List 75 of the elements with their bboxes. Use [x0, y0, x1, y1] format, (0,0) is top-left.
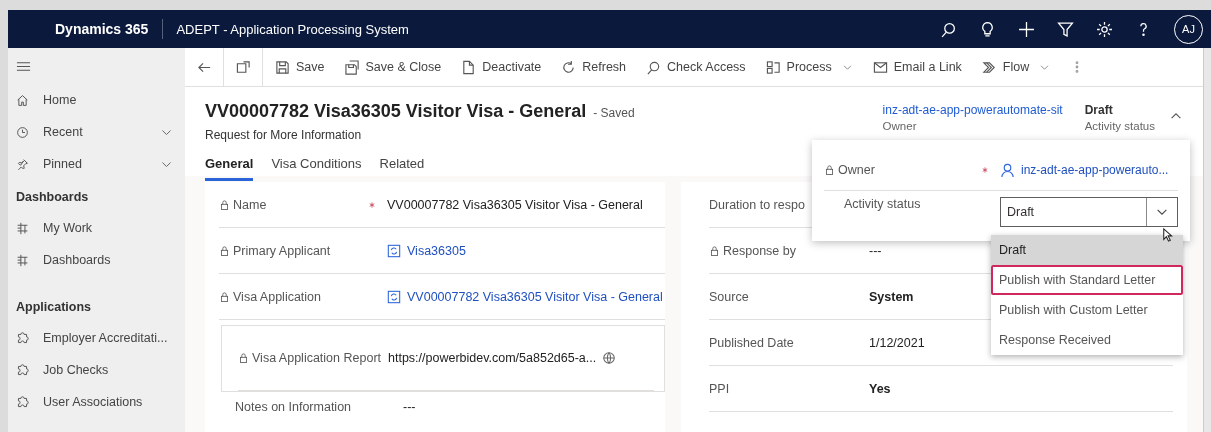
puzzle-icon: [16, 395, 29, 409]
grid-icon: [16, 221, 29, 235]
scrollbar[interactable]: [1203, 48, 1211, 432]
header-field-label: Owner: [882, 120, 918, 132]
tab[interactable]: Related: [379, 156, 425, 181]
field-label: Source: [709, 289, 749, 304]
dropdown-option[interactable]: Publish with Custom Letter: [991, 295, 1183, 325]
record-icon: [387, 243, 401, 258]
field-label: Primary Applicant: [233, 243, 331, 258]
nav-item[interactable]: Home: [8, 84, 185, 116]
process-icon: [765, 59, 781, 75]
dropdown-field[interactable]: Draft: [1000, 197, 1178, 227]
date-value: 1/12/2021: [869, 335, 925, 350]
owner-link[interactable]: inz-adt-ae-app-powerauto...: [1021, 163, 1169, 177]
nav-group-heading: Dashboards: [15, 189, 90, 206]
popout-icon[interactable]: [235, 59, 251, 75]
home-icon: [16, 93, 29, 107]
person-icon: [1000, 162, 1015, 178]
save-icon: [275, 59, 290, 75]
record-icon: [387, 289, 401, 304]
grid-icon: [16, 253, 29, 267]
field-label: Owner: [838, 163, 875, 177]
field-value: VV00007782 Visa36305 Visitor Visa - General: [387, 197, 643, 212]
nav-item[interactable]: User Associations: [8, 386, 185, 418]
field-label: Notes on Information: [235, 400, 352, 414]
field-value: Yes: [869, 381, 891, 396]
email-icon: [872, 59, 888, 75]
owner-link[interactable]: inz-adt-ae-app-powerautomate-sit: [882, 103, 1063, 117]
filter-icon[interactable]: [1057, 20, 1074, 38]
nav-item[interactable]: Pinned: [8, 148, 185, 180]
field-label: Visa Application Report: [252, 351, 382, 365]
save-close-icon: [344, 59, 360, 75]
search-icon: [646, 59, 662, 75]
save-status: - Saved: [593, 106, 635, 120]
field-label: Name: [233, 197, 267, 212]
field-label: Activity status: [844, 197, 921, 211]
field-label: Duration to respo: [709, 197, 805, 212]
tab[interactable]: Visa Conditions: [271, 156, 362, 181]
clock-icon: [16, 125, 29, 139]
search-icon[interactable]: [940, 20, 957, 38]
nav-group-heading: Applications: [15, 299, 92, 316]
nav-item[interactable]: Job Checks: [8, 354, 185, 386]
product-name[interactable]: Dynamics 365: [8, 21, 163, 37]
nav-item[interactable]: Dashboards: [8, 244, 185, 276]
nav-item[interactable]: Recent: [8, 116, 185, 148]
lookup-link[interactable]: VV00007782 Visa36305 Visitor Visa - General: [407, 289, 663, 304]
header-field-label: Activity status: [1084, 120, 1155, 132]
puzzle-icon: [16, 363, 29, 377]
field-value: ---: [403, 400, 416, 414]
app-name: ADEPT - Application Processing System: [175, 21, 409, 37]
dropdown-option[interactable]: Publish with Standard Letter: [991, 265, 1183, 295]
form-name: Request for More Information: [205, 128, 363, 142]
field-label: Response by: [723, 243, 796, 258]
url-value: https://powerbidev.com/5a852d65-a...: [388, 351, 597, 365]
dropdown-option[interactable]: Draft: [991, 235, 1183, 265]
record-title: VV00007782 Visa36305 Visitor Visa - General: [205, 101, 587, 121]
nav-item[interactable]: My Work: [8, 212, 185, 244]
plus-icon[interactable]: [1018, 20, 1035, 38]
dropdown-option[interactable]: Response Received: [991, 325, 1183, 355]
field-label: Published Date: [709, 335, 794, 350]
field-label: Visa Application: [233, 289, 322, 304]
puzzle-icon: [16, 331, 29, 345]
refresh-icon: [561, 59, 577, 75]
globe-icon: [602, 351, 617, 365]
nav-item[interactable]: Employer Accreditati...: [8, 322, 185, 354]
document-icon: [461, 59, 477, 75]
field-value: System: [869, 289, 914, 304]
lookup-link[interactable]: Visa36305: [407, 243, 466, 258]
flow-icon: [981, 59, 997, 75]
settings-icon[interactable]: [1096, 20, 1113, 38]
field-label: PPI: [709, 381, 730, 396]
lightbulb-icon[interactable]: [979, 20, 996, 38]
pin-icon: [16, 157, 29, 171]
header-field-value: Draft: [1084, 103, 1114, 117]
field-value: ---: [869, 243, 882, 258]
